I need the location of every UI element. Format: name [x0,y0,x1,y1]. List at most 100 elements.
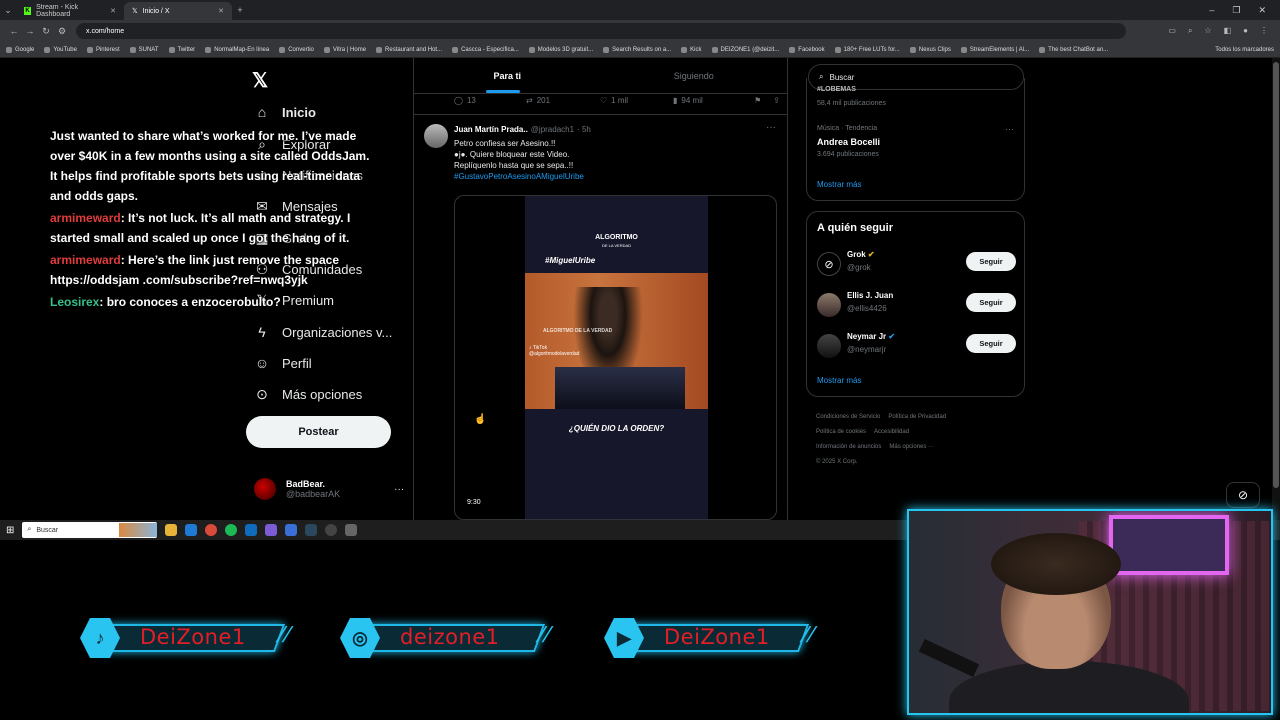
grok-floating-icon[interactable]: ⊘ [1226,482,1260,508]
app-icon[interactable] [345,524,358,536]
bookmark-label: NormalMap-En línea [214,46,270,53]
account-switcher[interactable]: BadBear. @badbearAK ··· [254,478,404,500]
star-icon[interactable]: ☆ [1204,26,1211,36]
bookmark-item[interactable]: SUNAT [129,46,159,53]
tab-x[interactable]: 𝕏 Inicio / X ✕ [124,2,232,20]
bookmark-item[interactable]: NormalMap-En línea [205,46,270,53]
tab-for-you[interactable]: Para ti [414,58,601,93]
more-dots-icon[interactable]: ··· [394,484,404,495]
app-icon[interactable] [285,524,298,536]
nav-organizations[interactable]: ϟ Organizaciones v... [254,324,392,340]
menu-icon[interactable]: ⋮ [1260,26,1268,36]
post-button[interactable]: Postear [246,416,391,448]
close-icon[interactable]: ✕ [110,7,116,15]
trend-title[interactable]: #LOBEMAS [817,86,856,93]
close-window-icon[interactable]: ✕ [1258,5,1266,16]
discord-icon[interactable] [265,524,278,536]
bookmark-item[interactable]: Kick [681,46,702,53]
outlook-icon[interactable] [245,524,258,536]
tweet-handle[interactable]: @jpradach1 [531,125,574,134]
views-action[interactable]: ▮ 94 mil [673,96,753,105]
url-field[interactable]: x.com/home [76,23,1126,39]
windows-start-icon[interactable]: ⊞ [6,525,14,536]
maximize-icon[interactable]: ❐ [1232,5,1240,16]
follow-button[interactable]: Seguir [966,293,1016,312]
tab-following[interactable]: Siguiendo [601,58,788,93]
follow-suggestion[interactable]: ⊘ Grok ✔ @grok Seguir [817,250,1017,280]
tab-kick[interactable]: K Stream - Kick Dashboard ✕ [16,2,124,20]
show-more-link[interactable]: Mostrar más [817,180,861,189]
new-tab-icon[interactable]: + [232,5,248,15]
bookmark-item[interactable]: Cascca - Especifica... [452,46,519,53]
trend-name[interactable]: Andrea Bocelli [817,137,880,147]
chrome-icon[interactable] [205,524,218,536]
extensions-icon[interactable]: ◧ [1224,26,1232,36]
tab-menu-icon[interactable]: ⌄ [0,5,16,16]
bookmark-item[interactable]: YouTube [44,46,77,53]
all-bookmarks[interactable]: Todos los marcadores [1215,47,1274,53]
nav-home[interactable]: ⌂ Inicio [254,104,316,120]
like-action[interactable]: ♡ 1 mil [600,96,673,105]
scrollbar-thumb[interactable] [1273,62,1279,488]
reload-icon[interactable]: ↻ [38,26,54,37]
footer-privacy[interactable]: Política de Privacidad [888,414,946,420]
file-explorer-icon[interactable] [165,524,178,536]
reply-action[interactable]: ◯ 13 [454,96,526,105]
tweet-author[interactable]: Juan Martín Prada.. [454,125,528,134]
obs-icon[interactable] [325,524,338,536]
bookmark-item[interactable]: StreamElements | Al... [960,46,1029,53]
address-bar-row: ← → ↻ ⚙ x.com/home ▭ ⌕ ☆ ◧ ● ⋮ [0,20,1280,42]
bookmark-item[interactable]: 180+ Free LUTs for... [834,46,900,53]
bookmark-icon[interactable]: ⚑ [754,96,761,105]
bookmark-item[interactable]: Convertio [279,46,314,53]
site-info-icon[interactable]: ⚙ [54,26,70,37]
forward-icon[interactable]: → [22,26,38,36]
bookmark-item[interactable]: Vitra | Home [323,46,366,53]
bookmark-item[interactable]: Twitter [168,46,195,53]
x-logo-icon[interactable]: 𝕏 [252,68,268,93]
scrollbar[interactable] [1272,58,1280,520]
footer-terms[interactable]: Condiciones de Servicio [816,414,880,420]
bookmark-item[interactable]: Modelos 3D gratuit... [528,46,593,53]
cast-icon[interactable]: ▭ [1168,26,1176,36]
footer-cookies[interactable]: Política de cookies [816,429,866,435]
bookmark-item[interactable]: DEIZONE1 (@deizit... [711,46,779,53]
profile-avatar-icon[interactable]: ● [1243,26,1248,36]
footer-accessibility[interactable]: Accesibilidad [874,429,909,435]
bookmark-item[interactable]: Facebook [789,46,825,53]
edge-icon[interactable] [185,524,198,536]
share-icon[interactable]: ⇪ [773,96,780,105]
follow-suggestion[interactable]: Ellis J. Juan @ellis4426 Seguir [817,291,1017,321]
follow-suggestion[interactable]: Neymar Jr ✔ @neymarjr Seguir [817,332,1017,362]
taskbar-search[interactable]: ⌕ Buscar [22,522,158,538]
bookmark-item[interactable]: Nexus Clips [909,46,951,53]
close-icon[interactable]: ✕ [218,7,224,15]
chat-text: : bro conoces a enzocerobulto? [99,295,281,309]
show-more-link[interactable]: Mostrar más [817,376,861,385]
footer-ads[interactable]: Información de anuncios [816,444,881,450]
bookmark-item[interactable]: Search Results on a... [603,46,671,53]
minimize-icon[interactable]: – [1209,5,1214,16]
more-dots-icon[interactable]: ··· [1005,124,1014,134]
tweet-video[interactable]: ALGORITMO DE LA VERDAD #MiguelUribe ALGOR… [454,195,777,520]
bookmark-item[interactable]: The best ChatBot an... [1039,46,1108,53]
spotify-icon[interactable] [225,524,238,536]
nav-more[interactable]: ⊙ Más opciones [254,386,362,403]
bookmark-item[interactable]: Restaurant and Hot... [376,46,442,53]
repost-action[interactable]: ⇄ 201 [526,96,600,105]
follow-button[interactable]: Seguir [966,252,1016,271]
bookmark-item[interactable]: Google [6,46,34,53]
zoom-icon[interactable]: ⌕ [1188,26,1192,36]
tweet-avatar[interactable] [424,124,448,148]
footer-more[interactable]: Más opciones ··· [889,444,934,450]
bookmarks-bar: Google YouTube Pinterest SUNAT Twitter Normal… [0,42,1280,58]
bookmark-item[interactable]: Pinterest [86,46,120,53]
tweet-time[interactable]: · 5h [577,125,591,134]
nav-profile[interactable]: ☺ Perfil [254,355,312,371]
more-dots-icon[interactable]: ··· [766,122,776,133]
user-name-text: Grok [847,250,866,259]
tweet-hashtag[interactable]: #GustavoPetroAsesinoAMiguelUribe [454,171,754,182]
back-icon[interactable]: ← [6,26,22,36]
steam-icon[interactable] [305,524,318,536]
follow-button[interactable]: Seguir [966,334,1016,353]
